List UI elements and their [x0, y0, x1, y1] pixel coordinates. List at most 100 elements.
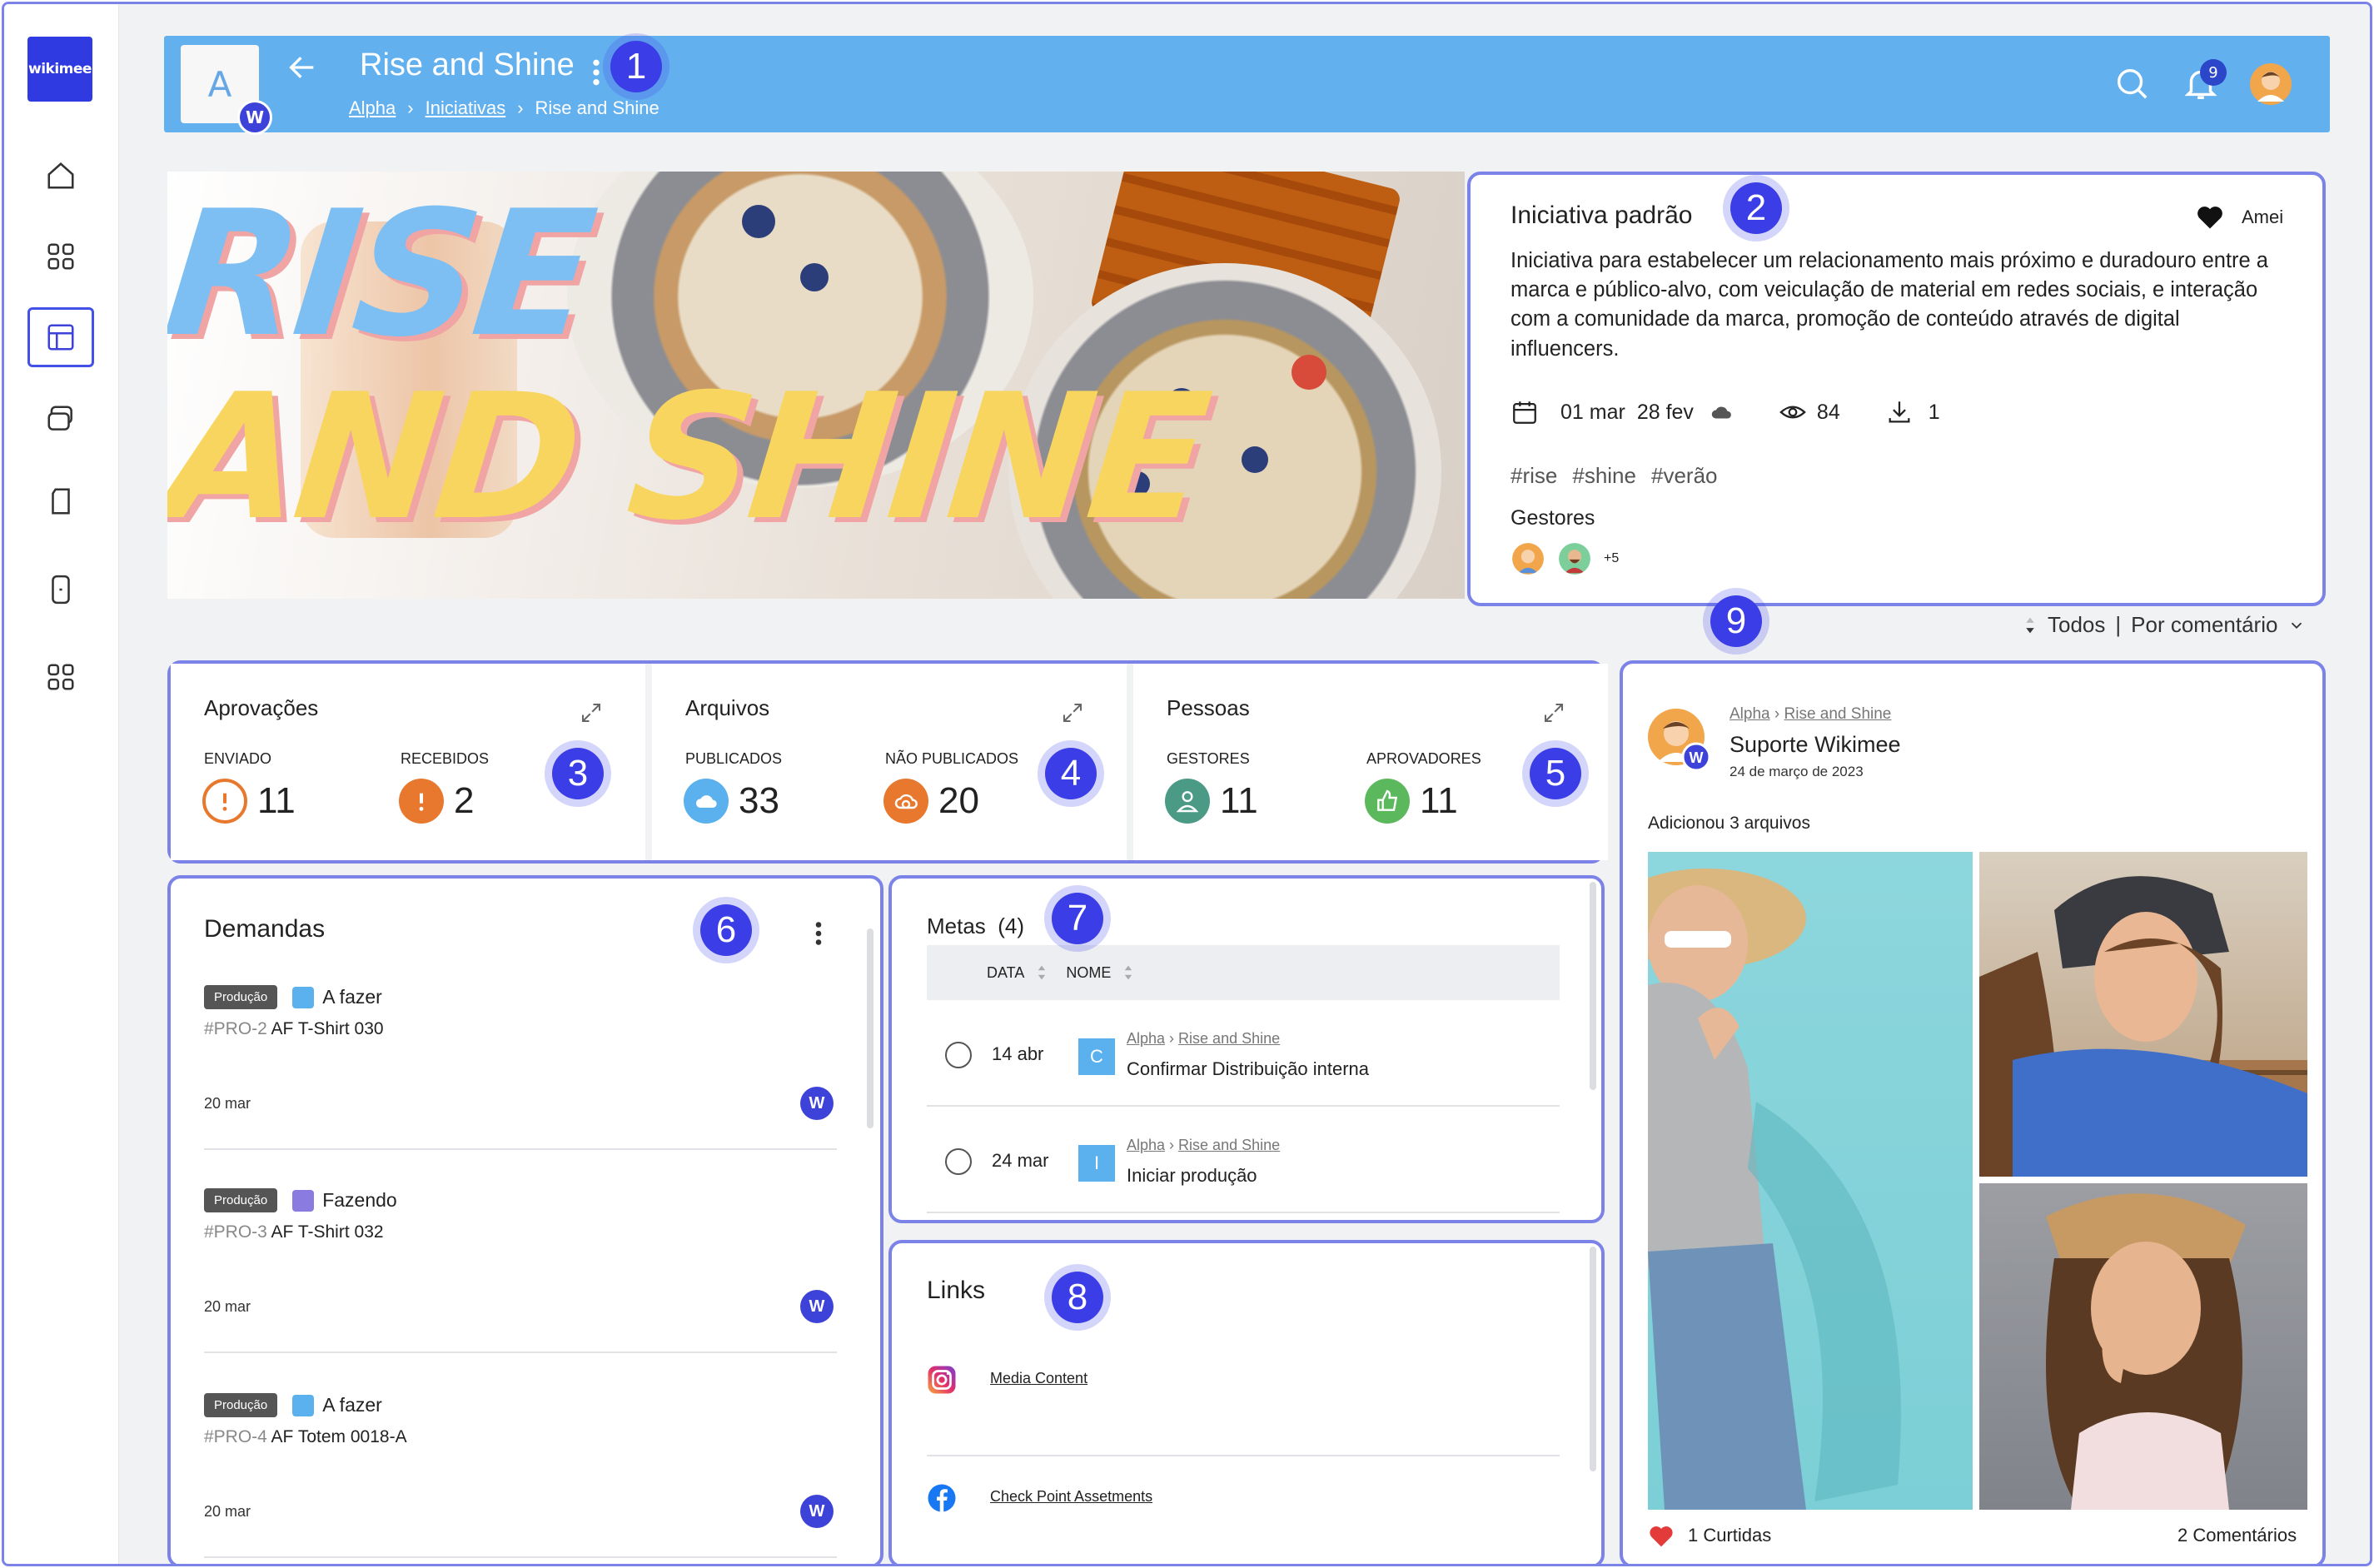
- goal-checkbox[interactable]: [945, 1148, 972, 1175]
- link-label[interactable]: Check Point Assetments: [990, 1488, 1152, 1506]
- notification-count-badge: 9: [2200, 59, 2227, 86]
- search-icon[interactable]: [2113, 64, 2151, 102]
- sidebar-item-home[interactable]: [27, 146, 94, 206]
- col-date-header[interactable]: DATA: [987, 964, 1024, 982]
- filter-sort[interactable]: Por comentário: [2131, 612, 2277, 638]
- assignee-avatar[interactable]: W: [800, 1495, 834, 1528]
- scrollbar-thumb[interactable]: [1590, 882, 1596, 1090]
- activity-feed-panel: W Alpha › Rise and Shine Suporte Wikimee…: [1620, 660, 2326, 1564]
- scrollbar-thumb[interactable]: [867, 928, 873, 1128]
- sort-icon: [2026, 617, 2034, 633]
- cloud-icon: [684, 779, 729, 824]
- heart-icon[interactable]: [1648, 1523, 1675, 1548]
- sidebar-item-cards[interactable]: [27, 389, 94, 449]
- post-author[interactable]: Suporte Wikimee: [1729, 732, 1901, 758]
- expand-icon[interactable]: [1060, 700, 1085, 725]
- end-date: 28 fev: [1636, 400, 1694, 424]
- avatar[interactable]: W: [1648, 709, 1711, 772]
- filter-all[interactable]: Todos: [2048, 612, 2105, 638]
- post-likes[interactable]: 1 Curtidas: [1648, 1523, 1771, 1548]
- chevron-down-icon[interactable]: [2287, 616, 2306, 635]
- berry-shape: [1242, 446, 1268, 473]
- instagram-icon: [928, 1366, 956, 1394]
- avatar[interactable]: [1511, 541, 1545, 576]
- list-item[interactable]: Produção Fazendo #PRO-3 AF T-Shirt 032 20…: [204, 1188, 837, 1353]
- wikimee-logo[interactable]: wikimee: [27, 37, 92, 102]
- links-panel: Links Media Content Check Point Assetmen…: [888, 1240, 1605, 1564]
- marker-9: 9: [1710, 595, 1762, 647]
- marker-5: 5: [1530, 748, 1581, 799]
- goal-crumb-initiative[interactable]: Rise and Shine: [1178, 1137, 1280, 1153]
- more-options-icon[interactable]: [590, 56, 602, 89]
- filter-separator: |: [2115, 612, 2122, 637]
- breadcrumb-iniciativas[interactable]: Iniciativas: [426, 97, 506, 119]
- tag[interactable]: #verão: [1651, 463, 1718, 489]
- managers-stat-label: GESTORES: [1167, 750, 1250, 767]
- assignee-avatar[interactable]: W: [800, 1290, 834, 1323]
- table-row[interactable]: 14 abr C Alpha › Rise and Shine Confirma…: [927, 1002, 1560, 1107]
- post-image[interactable]: [1648, 852, 1973, 1510]
- download-icon[interactable]: [1885, 398, 1914, 426]
- approvers-label: APROVADORES: [1366, 750, 1481, 767]
- list-item[interactable]: Media Content: [927, 1340, 1560, 1456]
- sort-icon[interactable]: [1036, 964, 1048, 981]
- sidebar-item-initiatives[interactable]: [27, 307, 94, 367]
- demand-date: 20 mar: [204, 1298, 251, 1315]
- assignee-avatar[interactable]: W: [800, 1087, 834, 1120]
- user-avatar[interactable]: [2250, 63, 2292, 105]
- col-name-header[interactable]: NOME: [1066, 964, 1111, 982]
- marker-4: 4: [1045, 748, 1097, 799]
- post-breadcrumb: Alpha › Rise and Shine: [1729, 705, 1892, 723]
- post-crumb-alpha[interactable]: Alpha: [1729, 705, 1770, 723]
- list-item[interactable]: Produção A fazer #PRO-4 AF Totem 0018-A 2…: [204, 1393, 837, 1558]
- status-label: Fazendo: [322, 1189, 397, 1211]
- breadcrumb-alpha[interactable]: Alpha: [349, 97, 396, 119]
- expand-icon[interactable]: [1541, 700, 1566, 725]
- berry-shape: [800, 263, 829, 291]
- facebook-icon: [928, 1484, 956, 1512]
- list-item[interactable]: Check Point Assetments: [927, 1458, 1560, 1564]
- initiative-type-title: Iniciativa padrão: [1511, 202, 1693, 229]
- heart-icon[interactable]: [2195, 203, 2225, 230]
- link-label[interactable]: Media Content: [990, 1370, 1087, 1387]
- initiative-avatar[interactable]: A W: [181, 45, 272, 135]
- back-arrow-icon[interactable]: [286, 51, 319, 84]
- avatar[interactable]: [1557, 541, 1592, 576]
- tag[interactable]: #rise: [1511, 463, 1557, 489]
- goal-avatar: C: [1078, 1038, 1115, 1075]
- goal-crumb-initiative[interactable]: Rise and Shine: [1178, 1030, 1280, 1047]
- managers-value-group[interactable]: 11: [1165, 779, 1258, 824]
- sent-label: ENVIADO: [204, 750, 272, 767]
- more-options-icon[interactable]: [814, 918, 824, 948]
- comments-count[interactable]: 2 Comentários: [2177, 1525, 2297, 1546]
- post-crumb-initiative[interactable]: Rise and Shine: [1784, 705, 1892, 723]
- sidebar-item-device[interactable]: [27, 560, 94, 620]
- sidebar-item-documents[interactable]: [27, 471, 94, 531]
- table-row[interactable]: 24 mar I Alpha › Rise and Shine Iniciar …: [927, 1108, 1560, 1213]
- list-item[interactable]: Produção A fazer #PRO-2 AF T-Shirt 030 20…: [204, 985, 837, 1150]
- published-value-group[interactable]: 33: [684, 779, 779, 824]
- layout-icon: [47, 324, 74, 351]
- expand-icon[interactable]: [579, 700, 604, 725]
- post-image[interactable]: [1979, 1183, 2307, 1510]
- goal-checkbox[interactable]: [945, 1042, 972, 1068]
- feed-filter[interactable]: Todos | Por comentário: [2023, 612, 2306, 638]
- sent-value-group[interactable]: 11: [202, 779, 296, 824]
- sidebar-item-dashboard[interactable]: [27, 226, 94, 286]
- tag[interactable]: #shine: [1572, 463, 1636, 489]
- goal-crumb-alpha[interactable]: Alpha: [1127, 1030, 1165, 1047]
- approvers-value-group[interactable]: 11: [1365, 779, 1458, 824]
- post-image[interactable]: [1979, 852, 2307, 1177]
- goal-crumb-alpha[interactable]: Alpha: [1127, 1137, 1165, 1153]
- goal-breadcrumb: Alpha › Rise and Shine: [1127, 1137, 1281, 1153]
- sidebar-item-apps[interactable]: [27, 647, 94, 707]
- sort-icon[interactable]: [1122, 964, 1134, 981]
- breadcrumb-current: Rise and Shine: [535, 97, 659, 118]
- like-label[interactable]: Amei: [2242, 207, 2283, 228]
- post-text: Adicionou 3 arquivos: [1648, 814, 1810, 833]
- scrollbar-thumb[interactable]: [1590, 1247, 1596, 1471]
- managers-more-count[interactable]: +5: [1604, 551, 1619, 566]
- goal-avatar: I: [1078, 1145, 1115, 1182]
- received-value-group[interactable]: 2: [399, 779, 474, 824]
- unpublished-value-group[interactable]: 20: [883, 779, 979, 824]
